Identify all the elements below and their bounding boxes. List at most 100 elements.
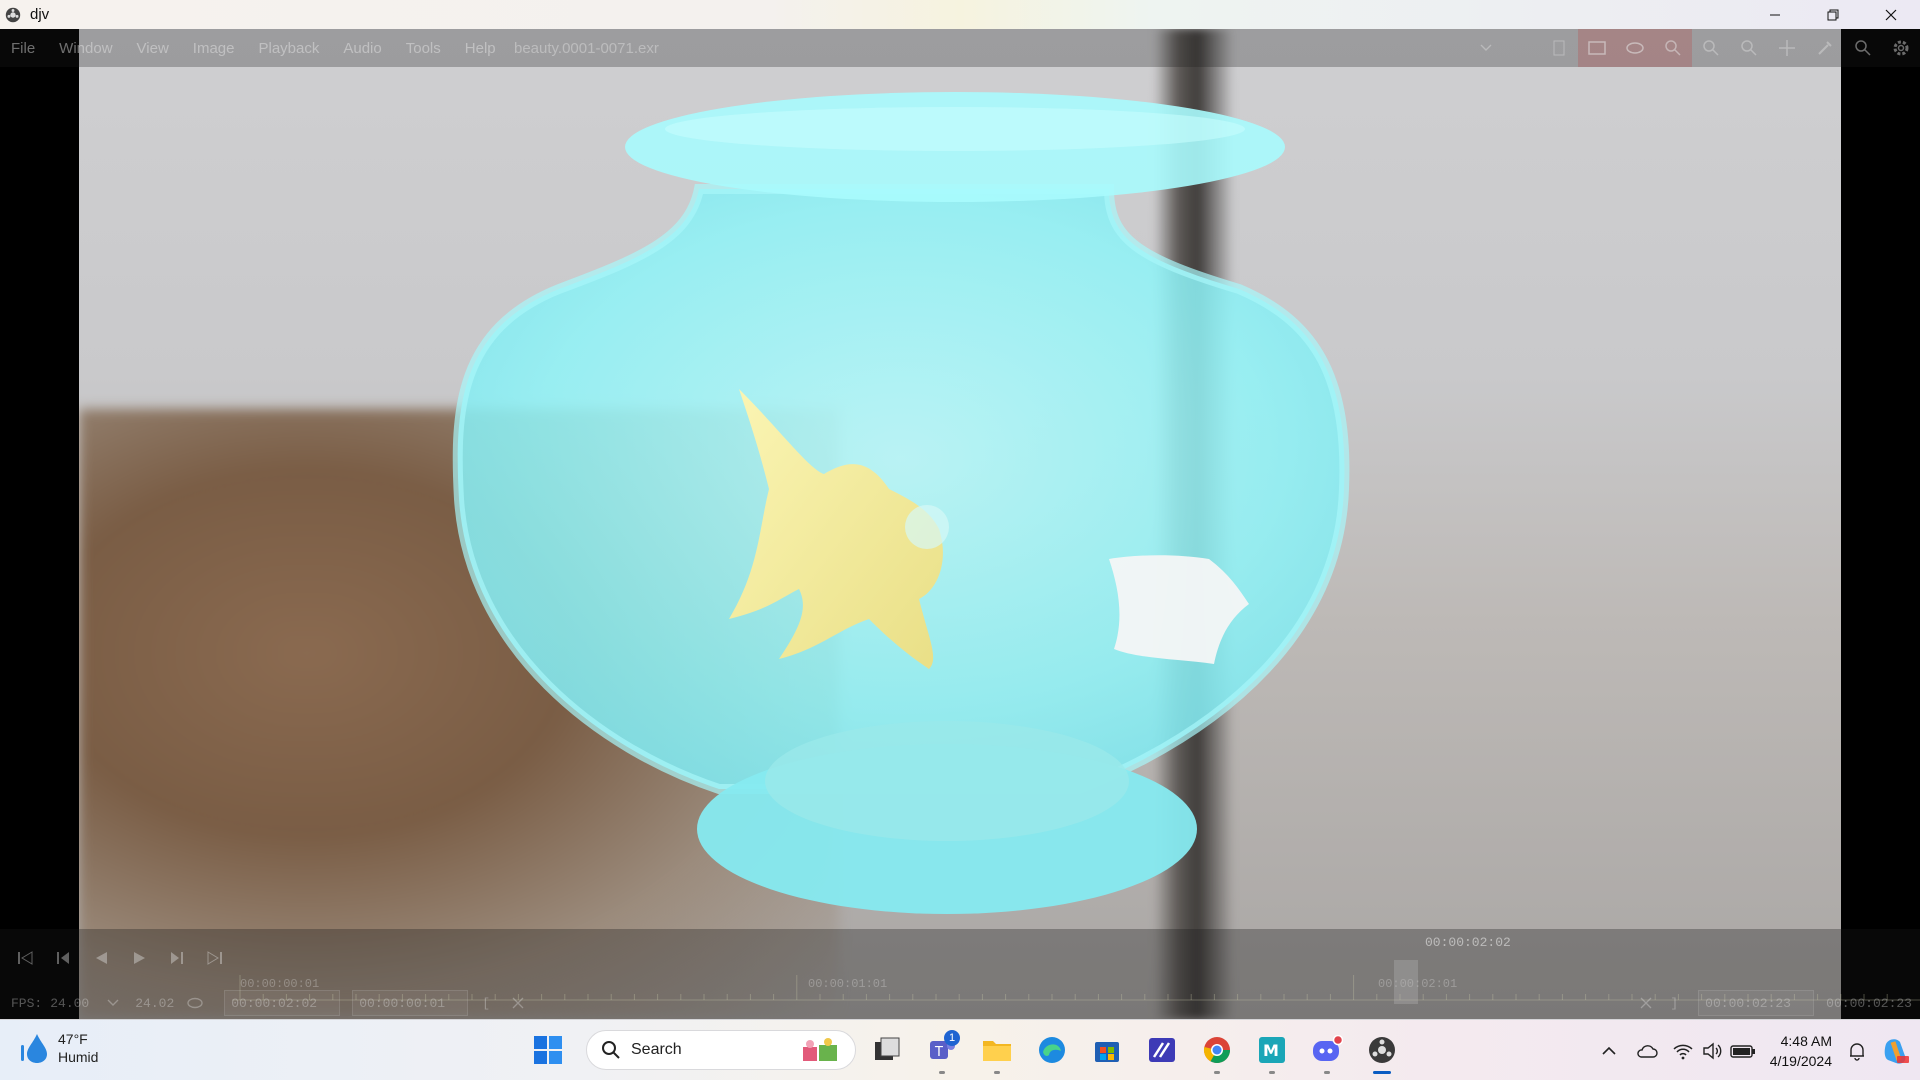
djv-icon [1369,1037,1395,1063]
chevron-down-icon[interactable] [107,998,119,1008]
rectangle-tool-button[interactable] [1578,29,1616,67]
window-title: djv [30,6,50,23]
taskbar-file-explorer[interactable] [973,1026,1021,1074]
pan-tool-button[interactable] [1768,29,1806,67]
onedrive-button[interactable] [1632,1031,1662,1071]
clock[interactable]: 4:48 AM 4/19/2024 [1770,1031,1832,1071]
menu-audio[interactable]: Audio [331,40,393,57]
menu-file[interactable]: File [0,40,47,57]
restore-button[interactable] [1804,0,1862,29]
eyedropper-icon [1818,41,1832,55]
file-selector[interactable]: beauty.0001-0071.exr [500,33,1500,63]
weather-description: Humid [58,1049,99,1065]
frame-ruler[interactable]: 00:00:00:01 00:00:01:01 00:00:02:01 [232,961,1920,1001]
rendered-image[interactable] [79,29,1841,1019]
taskbar-apps: Search T 1 M [524,1026,1406,1074]
fps-actual: 24.02 [135,995,175,1011]
copilot-icon [1884,1038,1909,1064]
start-frame-value: 00:00:00:01 [359,995,446,1011]
move-icon [1779,40,1795,56]
running-indicator [1214,1071,1220,1074]
djv-app-icon [5,7,21,22]
edge-icon [1039,1037,1065,1063]
show-hidden-icons-button[interactable] [1594,1031,1624,1071]
svg-text:T: T [934,1045,943,1060]
fps-value[interactable]: 24.00 [50,996,89,1011]
pen-app-icon [1149,1038,1175,1062]
step-back-icon [57,952,69,964]
step-back-button[interactable] [44,939,82,977]
zoom-out-button[interactable] [1730,29,1768,67]
volume-button[interactable] [1698,1031,1728,1071]
restore-icon [1827,9,1839,20]
battery-button[interactable] [1728,1031,1758,1071]
go-to-end-button[interactable] [196,939,234,977]
menu-view[interactable]: View [125,40,181,57]
go-to-start-button[interactable] [6,939,44,977]
taskbar-maya[interactable]: M [1248,1026,1296,1074]
weather-widget[interactable]: 47°F Humid [20,1030,98,1066]
taskbar-discord[interactable] [1303,1026,1351,1074]
taskbar-teams[interactable]: T 1 [918,1026,966,1074]
clock-time: 4:48 AM [1780,1032,1832,1049]
zoom-in-button[interactable] [1692,29,1730,67]
duration-label: 00:00:02:23 [1826,995,1912,1011]
search-icon [602,1041,620,1059]
frame-view-button[interactable] [1540,29,1578,67]
current-frame-value: 00:00:02:02 [231,995,318,1011]
gift-icon [803,1038,837,1061]
frame-icon [1553,40,1565,56]
search-button[interactable] [1844,29,1882,67]
color-picker-button[interactable] [1806,29,1844,67]
current-frame-field[interactable]: 00:00:02:02 [224,990,341,1016]
wifi-button[interactable] [1668,1031,1698,1071]
menu-image[interactable]: Image [181,40,247,57]
menu-tools[interactable]: Tools [394,40,453,57]
playhead-time: 00:00:02:02 [1425,935,1511,950]
search-label: Search [631,1041,682,1058]
task-view-button[interactable] [863,1026,911,1074]
in-point-button[interactable]: [ [482,996,490,1011]
close-button[interactable] [1862,0,1920,29]
taskbar-djv[interactable] [1358,1026,1406,1074]
menu-playback[interactable]: Playback [246,40,331,57]
end-frame-field[interactable]: 00:00:02:23 [1698,990,1815,1016]
taskbar-chrome[interactable] [1193,1026,1241,1074]
play-reverse-button[interactable] [82,939,120,977]
timeline-panel: 00:00:00:01 00:00:01:01 00:00:02:01 00:0… [0,929,1920,1019]
loop-icon[interactable] [186,996,204,1010]
svg-text:M: M [1263,1041,1279,1060]
clear-in-icon[interactable] [512,997,524,1009]
fishbowl-image [452,92,1350,914]
image-viewer[interactable]: File Window View Image Playback Audio To… [0,29,1920,1019]
start-frame-field[interactable]: 00:00:00:01 [352,990,469,1016]
menu-bar: File Window View Image Playback Audio To… [0,29,1920,67]
minimize-button[interactable] [1746,0,1804,29]
toolbar [1540,29,1920,67]
menu-window[interactable]: Window [47,40,124,57]
store-icon [1095,1042,1119,1062]
play-button[interactable] [120,939,158,977]
rectangle-icon [1588,41,1606,55]
start-button[interactable] [524,1026,572,1074]
clear-out-icon[interactable] [1640,997,1652,1009]
taskbar-store[interactable] [1083,1026,1131,1074]
play-icon [134,952,145,964]
copilot-button[interactable] [1872,1031,1920,1071]
notifications-button[interactable] [1842,1031,1872,1071]
cloud-icon [1637,1044,1658,1058]
out-point-button[interactable]: ] [1670,996,1678,1011]
taskbar-pen-app[interactable] [1138,1026,1186,1074]
taskbar-search[interactable]: Search [586,1030,856,1070]
discord-icon [1313,1035,1343,1061]
ellipse-tool-button[interactable] [1616,29,1654,67]
battery-charging-icon [1730,1044,1755,1058]
step-forward-button[interactable] [158,939,196,977]
maya-icon: M [1259,1037,1285,1063]
settings-button[interactable] [1882,29,1920,67]
zoom-fit-button[interactable] [1654,29,1692,67]
zoom-out-icon [1741,40,1757,56]
timeline-controls: FPS: 24.00 24.02 00:00:02:02 00:00:00:01… [0,987,1920,1019]
chevron-up-icon [1602,1046,1616,1055]
taskbar-edge[interactable] [1028,1026,1076,1074]
